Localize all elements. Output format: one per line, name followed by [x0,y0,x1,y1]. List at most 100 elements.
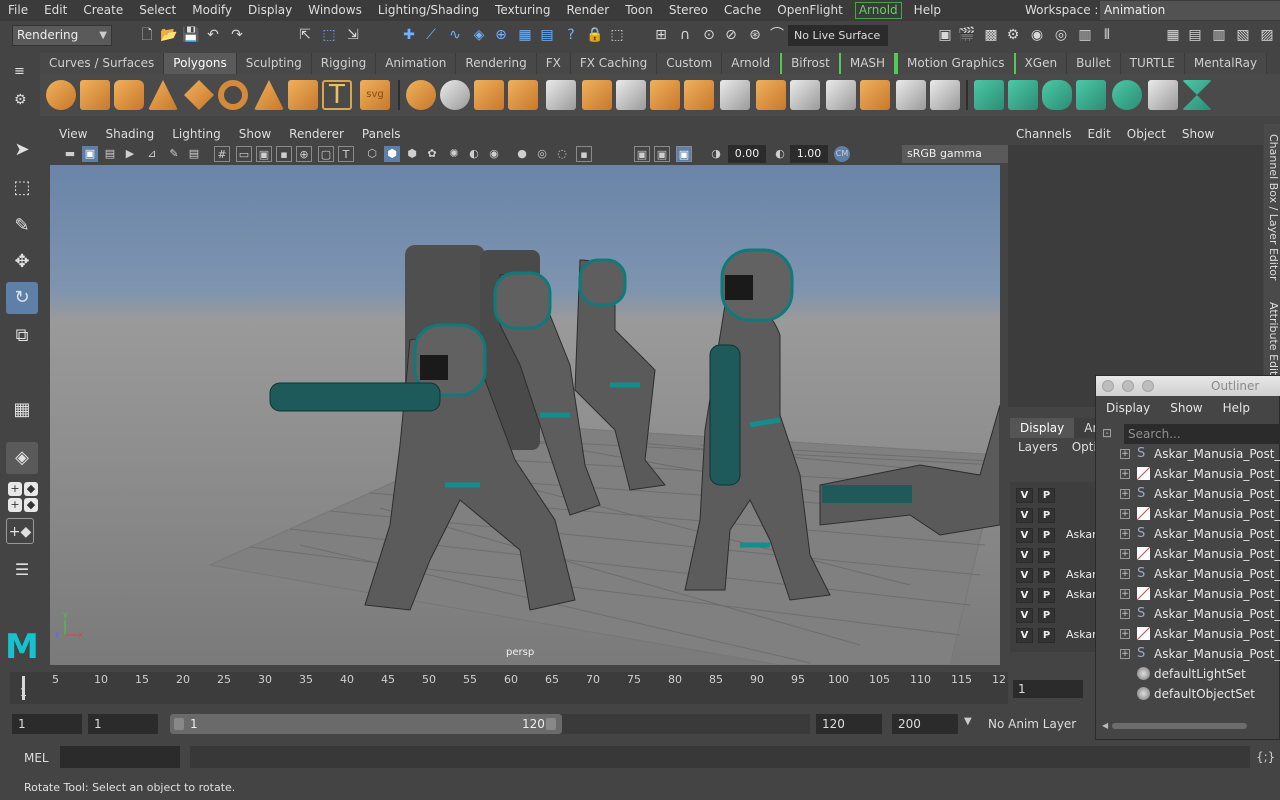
layer-visibility-toggle[interactable]: V [1016,528,1033,543]
isolate-select-icon[interactable]: ▪ [576,146,592,162]
panel-menu-panels[interactable]: Panels [353,127,410,141]
channel-edit-menu[interactable]: Edit [1080,127,1119,141]
channel-box-icon[interactable]: ▧ [1234,26,1252,44]
menu-toon[interactable]: Toon [617,0,661,21]
range-start-grip[interactable] [174,718,184,730]
expand-icon[interactable]: + [1120,589,1130,599]
outliner-item[interactable]: defaultObjectSet [1096,684,1280,704]
outliner-item[interactable]: + Askar_Manusia_Post_Pe [1096,544,1280,564]
expand-icon[interactable]: + [1120,529,1130,539]
separate-icon[interactable] [440,80,470,110]
poly-pipe-icon[interactable] [288,80,318,110]
playback-end-field[interactable]: 120 [816,714,882,734]
2d-pan-zoom-icon[interactable]: ⊿ [144,146,160,162]
layer-row[interactable]: V P Askar [1010,586,1098,604]
arnold-ipr-icon[interactable]: ▥ [1076,26,1094,44]
menu-texturing[interactable]: Texturing [487,0,558,21]
range-slider-handle[interactable]: 1 120 [170,714,562,734]
outliner-horizontal-scrollbar[interactable]: ◀ [1102,721,1277,731]
layer-row[interactable]: VP [1010,486,1098,504]
depth-of-field-icon[interactable]: ◌ [554,146,570,162]
snap-live-icon[interactable]: ⊛ [746,26,764,44]
outliner-item[interactable]: + Askar_Manusia_Post_Pe [1096,584,1280,604]
extrude-icon[interactable] [546,80,576,110]
use-all-lights-icon[interactable]: ✺ [446,146,462,162]
menu-display[interactable]: Display [240,0,300,21]
open-scene-icon[interactable]: 📂 [160,26,178,44]
tab-animation[interactable]: Animation [376,53,457,74]
menu-openflight[interactable]: OpenFlight [769,0,851,21]
multisample-aa-icon[interactable]: ◎ [534,146,550,162]
outliner-icon[interactable]: ☰ [6,554,38,586]
snap-grid-icon[interactable]: ⊞ [652,26,670,44]
camera-settings-icon[interactable]: ▤ [186,146,202,162]
tab-polygons[interactable]: Polygons [164,53,237,74]
poly-plane-icon[interactable] [184,80,214,110]
modeling-toolkit-icon[interactable]: ▦ [1164,26,1182,44]
lasso-tool-icon[interactable]: ⬚ [6,172,38,204]
layer-row[interactable]: VP [1010,506,1098,524]
rotate-tool-icon[interactable]: ↻ [6,282,38,314]
layers-menu[interactable]: Layers [1018,440,1058,456]
pick-dynamics-icon[interactable]: ▦ [516,26,534,44]
channel-object-menu[interactable]: Object [1119,127,1174,141]
tab-rigging[interactable]: Rigging [311,53,377,74]
automatic-mapping-icon[interactable] [860,80,890,110]
menu-lighting-shading[interactable]: Lighting/Shading [370,0,487,21]
time-slider[interactable]: 1 5 10 15 20 25 30 35 40 45 50 55 60 65 … [10,672,1008,704]
menu-edit[interactable]: Edit [36,0,75,21]
layer-visibility-toggle[interactable]: V [1016,548,1033,563]
tab-sculpting[interactable]: Sculpting [236,53,312,74]
four-pane-layout-icon[interactable]: + [8,482,22,496]
menu-render[interactable]: Render [559,0,618,21]
conform-icon[interactable] [1112,80,1142,110]
layer-row[interactable]: VP [1010,606,1098,624]
command-language-label[interactable]: MEL [24,751,49,765]
script-editor-icon[interactable]: {;} [1256,750,1275,764]
pick-joints-icon[interactable]: ⟋ [422,26,440,44]
scrollbar-thumb[interactable] [1112,723,1247,729]
select-hierarchy-icon[interactable]: ⇱ [296,26,314,44]
hypershade-icon[interactable]: ◉ [1028,26,1046,44]
layer-visibility-toggle[interactable]: V [1016,508,1033,523]
checker-icon[interactable] [1148,80,1178,110]
persp-outliner-layout-icon[interactable]: +◆ [6,518,34,544]
outliner-item[interactable]: defaultLightSet [1096,664,1280,684]
tab-xgen[interactable]: XGen [1015,53,1068,74]
panel-menu-show[interactable]: Show [230,127,280,141]
highlight-selection-icon[interactable]: ⬚ [608,26,626,44]
uv-editor-icon[interactable] [790,80,820,110]
menu-select[interactable]: Select [131,0,184,21]
expand-icon[interactable]: + [1120,649,1130,659]
range-end-grip[interactable] [546,718,556,730]
layer-row[interactable]: V P Askar [1010,626,1098,644]
layer-visibility-toggle[interactable]: V [1016,608,1033,623]
scene-start-field[interactable]: 1 [12,714,82,734]
grease-pencil-icon[interactable]: ✎ [166,146,182,162]
save-scene-icon[interactable]: 💾 [182,26,200,44]
resolution-gate-icon[interactable]: ▣ [256,146,272,162]
xray-joints-icon[interactable]: ▣ [676,146,692,162]
outliner-item[interactable]: + S Askar_Manusia_Post_Pe [1096,524,1280,544]
smooth-icon[interactable] [474,80,504,110]
tab-bullet[interactable]: Bullet [1067,53,1121,74]
layer-playback-toggle[interactable]: P [1038,588,1055,603]
outliner-item[interactable]: + S Askar_Manusia_Post_Pe [1096,564,1280,584]
paint-select-tool-icon[interactable]: ✎ [6,210,38,242]
layer-visibility-toggle[interactable]: V [1016,488,1033,503]
tab-channel-box-layer-editor[interactable]: Channel Box / Layer Editor [1264,134,1280,281]
bookmarks-icon[interactable]: ▤ [102,146,118,162]
outliner-display-menu[interactable]: Display [1096,398,1160,418]
pick-deformations-icon[interactable]: ⊕ [492,26,510,44]
outliner-show-menu[interactable]: Show [1160,398,1212,418]
last-tool-icon[interactable]: ▦ [6,394,38,426]
scroll-left-icon[interactable]: ◀ [1102,721,1108,730]
snap-point-icon[interactable]: ⊙ [700,26,718,44]
tab-fx-caching[interactable]: FX Caching [570,53,658,74]
minimize-window-icon[interactable] [1122,380,1134,392]
mesh-display-icon[interactable] [974,80,1004,110]
menu-arnold[interactable]: Arnold [854,2,902,19]
wireframe-icon[interactable]: ⬡ [364,146,380,162]
image-plane-icon[interactable]: ▶ [122,146,138,162]
select-components-icon[interactable]: ⇲ [344,26,362,44]
